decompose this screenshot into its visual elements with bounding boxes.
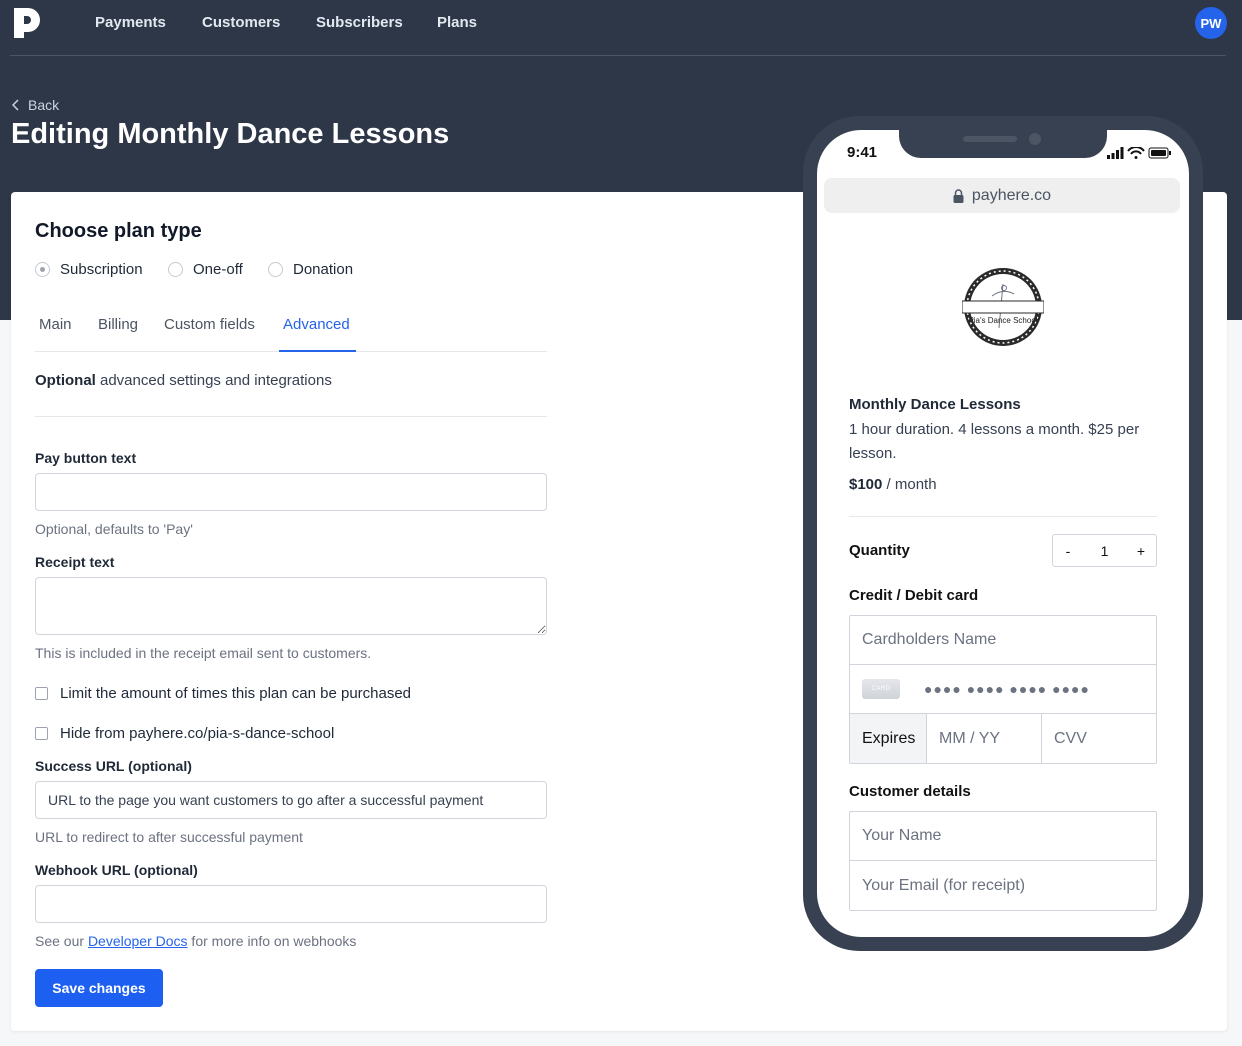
phone-preview: 9:41 payhere.co Pia's Dance School Month…	[803, 116, 1203, 951]
customer-section-title: Customer details	[849, 783, 971, 800]
radio-label: Subscription	[60, 261, 143, 278]
tab-advanced[interactable]: Advanced	[283, 316, 350, 333]
back-link[interactable]: Back	[12, 97, 59, 113]
quantity-label: Quantity	[849, 542, 910, 559]
speaker-icon	[963, 136, 1017, 142]
dance-school-logo-text: Pia's Dance School	[968, 316, 1038, 325]
card-details-box: Cardholders Name CARD ●●●● ●●●● ●●●● ●●●…	[849, 615, 1157, 764]
credit-card-icon: CARD	[862, 679, 900, 699]
card-number-input[interactable]: CARD ●●●● ●●●● ●●●● ●●●●	[850, 665, 1156, 714]
radio-one-off[interactable]: One-off	[168, 261, 243, 278]
card-section-title: Credit / Debit card	[849, 587, 979, 604]
receipt-label: Receipt text	[35, 554, 115, 570]
chevron-left-icon	[12, 99, 19, 111]
wifi-icon	[1127, 147, 1145, 159]
cardholder-name-input[interactable]: Cardholders Name	[850, 616, 1156, 665]
active-tab-indicator	[279, 350, 356, 352]
radio-donation[interactable]: Donation	[268, 261, 353, 278]
pay-button-input[interactable]	[35, 473, 547, 511]
webhook-url-input[interactable]	[35, 885, 547, 923]
save-changes-button[interactable]: Save changes	[35, 969, 163, 1007]
intro-bold: Optional	[35, 372, 96, 389]
hide-plan-label: Hide from payhere.co/pia-s-dance-school	[60, 725, 335, 742]
quantity-value[interactable]: 1	[1083, 543, 1126, 559]
success-url-input[interactable]	[35, 781, 547, 819]
payhere-logo-icon[interactable]	[12, 6, 42, 40]
preview-plan-description: 1 hour duration. 4 lessons a month. $25 …	[849, 421, 1140, 462]
customer-details-box: Your Name Your Email (for receipt)	[849, 811, 1157, 911]
phone-notch	[899, 130, 1107, 158]
top-navigation: Payments Customers Subscribers Plans PW	[0, 0, 1242, 46]
dance-school-logo	[962, 268, 1044, 346]
webhook-hint-pre: See our	[35, 933, 88, 949]
webhook-hint-post: for more info on webhooks	[187, 933, 357, 949]
page-title: Editing Monthly Dance Lessons	[11, 118, 450, 150]
radio-subscription[interactable]: Subscription	[35, 261, 143, 278]
hide-plan-row[interactable]: Hide from payhere.co/pia-s-dance-school	[35, 725, 334, 742]
browser-url: payhere.co	[971, 186, 1052, 204]
limit-purchases-row[interactable]: Limit the amount of times this plan can …	[35, 685, 411, 702]
radio-indicator[interactable]	[268, 262, 283, 277]
tab-billing[interactable]: Billing	[98, 316, 138, 333]
pay-button-hint: Optional, defaults to 'Pay'	[35, 521, 193, 537]
nav-subscribers[interactable]: Subscribers	[316, 14, 403, 31]
limit-purchases-checkbox[interactable]	[35, 687, 48, 700]
expires-label: Expires	[850, 714, 927, 763]
preview-divider	[849, 516, 1157, 517]
price-amount: $100	[849, 476, 883, 493]
card-number-mask: ●●●● ●●●● ●●●● ●●●●	[924, 681, 1090, 697]
success-url-hint: URL to redirect to after successful paym…	[35, 829, 303, 845]
preview-plan-name: Monthly Dance Lessons	[849, 396, 1021, 413]
status-bar-icons	[1107, 147, 1171, 159]
radio-label: One-off	[193, 261, 243, 278]
radio-indicator[interactable]	[35, 262, 50, 277]
intro-rest: advanced settings and integrations	[95, 372, 332, 389]
plan-tabs: Main Billing Custom fields Advanced	[35, 300, 547, 352]
developer-docs-link[interactable]: Developer Docs	[88, 933, 188, 949]
status-time: 9:41	[847, 144, 878, 161]
expiry-input[interactable]: MM / YY	[927, 714, 1042, 763]
back-label: Back	[28, 97, 60, 113]
preview-plan-price: $100 / month	[849, 476, 937, 493]
price-period: / month	[882, 476, 937, 493]
quantity-stepper: - 1 +	[1052, 534, 1157, 567]
webhook-hint: See our Developer Docs for more info on …	[35, 933, 356, 949]
receipt-hint: This is included in the receipt email se…	[35, 645, 372, 661]
camera-icon	[1029, 133, 1041, 145]
success-url-label: Success URL (optional)	[35, 758, 192, 774]
tab-custom-fields[interactable]: Custom fields	[164, 316, 255, 333]
section-divider	[35, 416, 547, 417]
user-avatar[interactable]: PW	[1195, 7, 1227, 39]
nav-customers[interactable]: Customers	[202, 14, 280, 31]
browser-url-bar[interactable]: payhere.co	[824, 178, 1180, 213]
customer-email-input[interactable]: Your Email (for receipt)	[850, 861, 1156, 910]
receipt-textarea[interactable]	[35, 577, 547, 635]
quantity-decrease-button[interactable]: -	[1053, 543, 1083, 559]
customer-name-input[interactable]: Your Name	[850, 812, 1156, 861]
expiry-row: Expires MM / YY CVV	[850, 714, 1156, 763]
radio-label: Donation	[293, 261, 354, 278]
webhook-url-label: Webhook URL (optional)	[35, 862, 198, 878]
cvv-input[interactable]: CVV	[1042, 714, 1156, 763]
lock-icon	[953, 188, 964, 203]
battery-icon	[1148, 147, 1171, 159]
nav-payments[interactable]: Payments	[95, 14, 166, 31]
nav-plans[interactable]: Plans	[437, 14, 477, 31]
advanced-intro: Optional advanced settings and integrati…	[35, 372, 332, 389]
pay-button-label: Pay button text	[35, 450, 137, 466]
tab-main[interactable]: Main	[39, 316, 72, 333]
radio-indicator[interactable]	[168, 262, 183, 277]
limit-purchases-label: Limit the amount of times this plan can …	[60, 685, 412, 702]
phone-screen: 9:41 payhere.co Pia's Dance School Month…	[817, 130, 1189, 937]
plan-type-title: Choose plan type	[35, 220, 202, 242]
quantity-increase-button[interactable]: +	[1126, 543, 1156, 559]
nav-divider	[10, 55, 1226, 56]
hide-plan-checkbox[interactable]	[35, 727, 48, 740]
signal-icon	[1107, 147, 1124, 159]
